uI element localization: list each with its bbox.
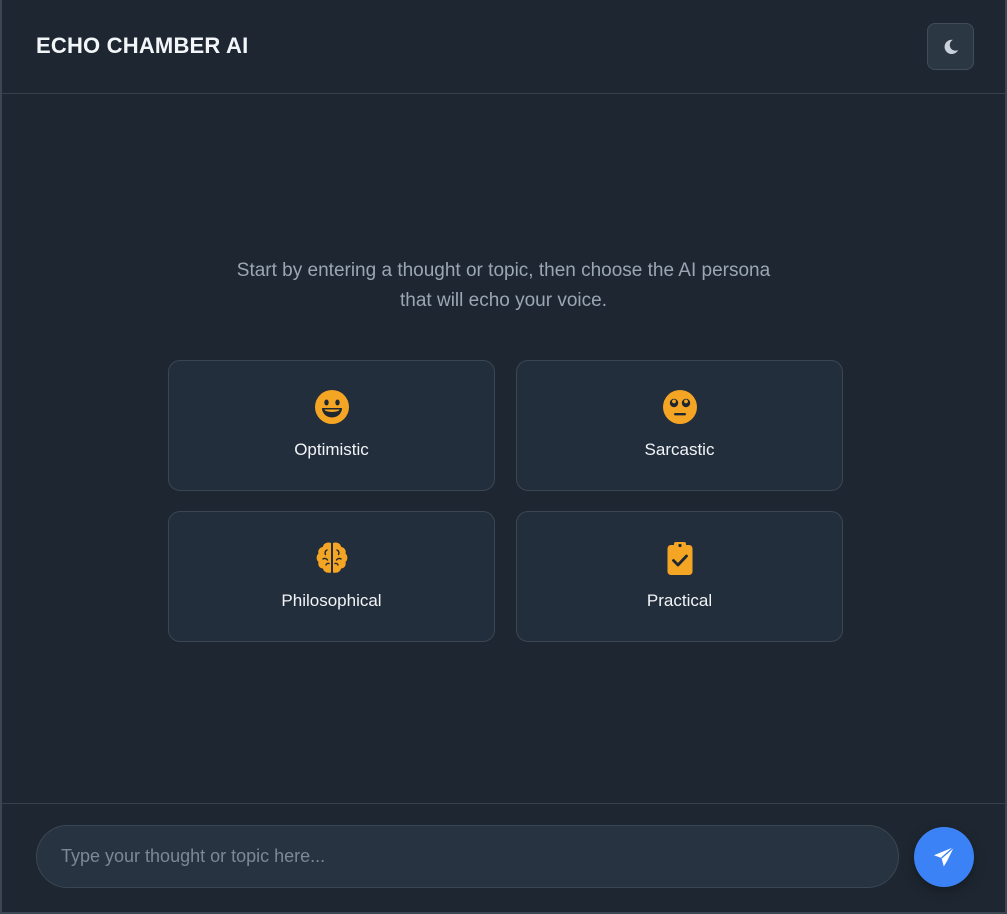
app-header: ECHO CHAMBER AI: [2, 0, 1005, 94]
persona-label: Practical: [646, 591, 713, 610]
intro-line-2: that will echo your voice.: [400, 290, 607, 311]
rolling-eyes-face-icon: [662, 390, 697, 424]
app-window: ECHO CHAMBER AI Start by entering a thou…: [0, 0, 1007, 914]
intro-text: Start by entering a thought or topic, th…: [2, 256, 1005, 316]
brain-icon: [316, 542, 347, 573]
theme-toggle-button[interactable]: [927, 23, 974, 70]
moon-icon: [944, 39, 958, 54]
persona-card-philosophical[interactable]: Philosophical: [168, 511, 495, 642]
send-button[interactable]: [914, 827, 974, 887]
composer-bar: [2, 803, 1005, 912]
persona-card-practical[interactable]: Practical: [516, 511, 843, 642]
persona-card-optimistic[interactable]: Optimistic: [168, 360, 495, 491]
app-title: ECHO CHAMBER AI: [36, 33, 249, 58]
persona-label: Sarcastic: [644, 440, 715, 459]
persona-card-sarcastic[interactable]: Sarcastic: [516, 360, 843, 491]
persona-label: Philosophical: [281, 591, 382, 610]
intro-line-1: Start by entering a thought or topic, th…: [236, 260, 771, 281]
paper-plane-icon: [934, 846, 955, 867]
thought-input[interactable]: [36, 825, 899, 888]
grinning-face-icon: [314, 390, 349, 424]
persona-label: Optimistic: [294, 440, 369, 459]
clipboard-check-icon: [667, 542, 692, 575]
